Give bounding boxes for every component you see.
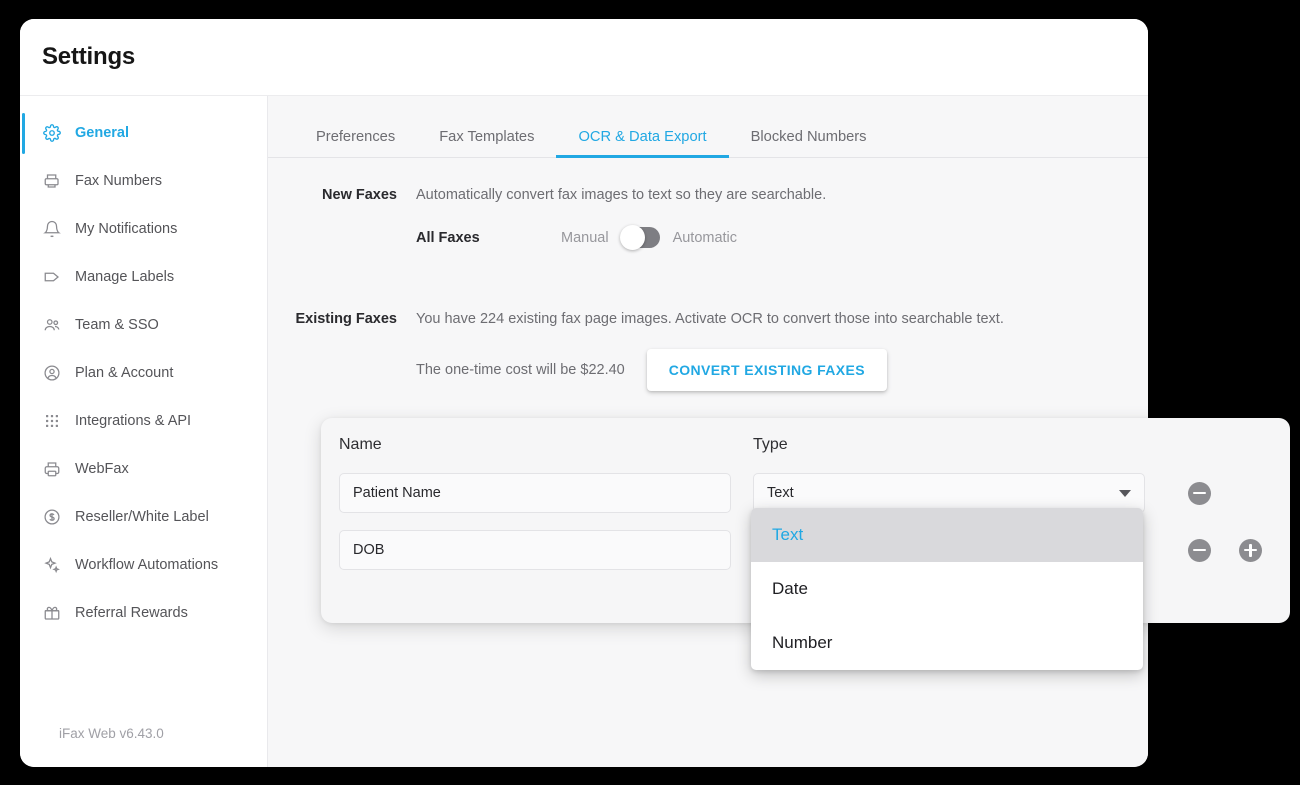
sidebar-item-label: Plan & Account [75, 365, 173, 381]
sidebar-nav-list: General Fax Numbers [20, 109, 267, 637]
tag-icon [42, 267, 62, 287]
sparkle-icon [42, 555, 62, 575]
field-name-input-1[interactable] [339, 473, 731, 513]
existing-faxes-description: You have 224 existing fax page images. A… [416, 311, 1122, 327]
convert-existing-faxes-button[interactable]: CONVERT EXISTING FAXES [647, 349, 887, 391]
screen-root: Settings General [0, 0, 1300, 785]
sidebar-item-label: Reseller/White Label [75, 509, 209, 525]
settings-tabs: Preferences Fax Templates OCR & Data Exp… [268, 96, 1148, 158]
minus-circle-icon[interactable] [1188, 539, 1211, 562]
ocr-mode-switch-group: Manual Automatic [561, 227, 737, 248]
gift-icon [42, 603, 62, 623]
one-time-cost-text: The one-time cost will be $22.40 [416, 362, 625, 378]
actions-row-1 [1167, 473, 1265, 513]
type-column-header: Type [753, 436, 1145, 456]
people-icon [42, 315, 62, 335]
all-faxes-label: All Faxes [416, 230, 561, 246]
sidebar-item-team-sso[interactable]: Team & SSO [20, 301, 267, 349]
tab-fax-templates[interactable]: Fax Templates [417, 129, 556, 157]
sidebar-item-label: Fax Numbers [75, 173, 162, 189]
dropdown-option-date[interactable]: Date [751, 562, 1143, 616]
sidebar-item-label: Team & SSO [75, 317, 159, 333]
sidebar-item-label: Workflow Automations [75, 557, 218, 573]
fax-icon [42, 171, 62, 191]
grid-dots-icon [42, 411, 62, 431]
gear-icon [42, 123, 62, 143]
switch-label-manual: Manual [561, 230, 609, 246]
chevron-down-icon [1119, 490, 1131, 497]
dropdown-option-text[interactable]: Text [751, 508, 1143, 562]
existing-faxes-row: Existing Faxes You have 224 existing fax… [294, 311, 1122, 327]
sidebar-item-label: Referral Rewards [75, 605, 188, 621]
tab-preferences[interactable]: Preferences [294, 129, 417, 157]
sidebar-item-general[interactable]: General [20, 109, 267, 157]
account-circle-icon [42, 363, 62, 383]
sidebar-item-manage-labels[interactable]: Manage Labels [20, 253, 267, 301]
plus-circle-icon[interactable] [1239, 539, 1262, 562]
sidebar-item-fax-numbers[interactable]: Fax Numbers [20, 157, 267, 205]
sidebar-item-label: Manage Labels [75, 269, 174, 285]
sidebar-item-my-notifications[interactable]: My Notifications [20, 205, 267, 253]
new-faxes-label: New Faxes [294, 187, 416, 203]
app-version-label: iFax Web v6.43.0 [20, 726, 267, 767]
actions-column [1167, 436, 1265, 587]
new-faxes-row: New Faxes Automatically convert fax imag… [294, 187, 1122, 203]
tab-ocr-data-export[interactable]: OCR & Data Export [556, 129, 728, 157]
name-column-header: Name [339, 436, 731, 456]
field-type-select-1[interactable]: Text [753, 473, 1145, 513]
type-dropdown-menu: Text Date Number [751, 508, 1143, 670]
field-name-input-2[interactable] [339, 530, 731, 570]
toggle-knob [620, 225, 645, 250]
field-type-value-1: Text [767, 485, 794, 501]
page-title: Settings [42, 43, 135, 71]
minus-circle-icon[interactable] [1188, 482, 1211, 505]
sidebar-item-label: General [75, 125, 129, 141]
cost-row: The one-time cost will be $22.40 CONVERT… [294, 349, 1122, 391]
dollar-circle-icon [42, 507, 62, 527]
new-faxes-description: Automatically convert fax images to text… [416, 187, 1122, 203]
actions-row-2 [1167, 530, 1265, 570]
sidebar-item-webfax[interactable]: WebFax [20, 445, 267, 493]
settings-sidebar: General Fax Numbers [20, 96, 268, 767]
actions-column-header [1167, 436, 1265, 456]
sidebar-item-label: WebFax [75, 461, 129, 477]
ocr-mode-toggle[interactable] [622, 227, 660, 248]
ocr-settings-section: New Faxes Automatically convert fax imag… [268, 187, 1148, 391]
sidebar-item-label: My Notifications [75, 221, 177, 237]
sidebar-item-referral-rewards[interactable]: Referral Rewards [20, 589, 267, 637]
sidebar-item-workflow-automations[interactable]: Workflow Automations [20, 541, 267, 589]
switch-label-automatic: Automatic [673, 230, 737, 246]
tab-blocked-numbers[interactable]: Blocked Numbers [729, 129, 889, 157]
existing-faxes-label: Existing Faxes [294, 311, 416, 327]
name-column: Name [339, 436, 731, 587]
sidebar-item-integrations-api[interactable]: Integrations & API [20, 397, 267, 445]
all-faxes-row: All Faxes Manual Automatic [294, 227, 1122, 248]
window-titlebar: Settings [20, 19, 1148, 96]
sidebar-item-plan-account[interactable]: Plan & Account [20, 349, 267, 397]
dropdown-option-number[interactable]: Number [751, 616, 1143, 670]
sidebar-item-reseller-white-label[interactable]: Reseller/White Label [20, 493, 267, 541]
sidebar-item-label: Integrations & API [75, 413, 191, 429]
printer-icon [42, 459, 62, 479]
bell-icon [42, 219, 62, 239]
